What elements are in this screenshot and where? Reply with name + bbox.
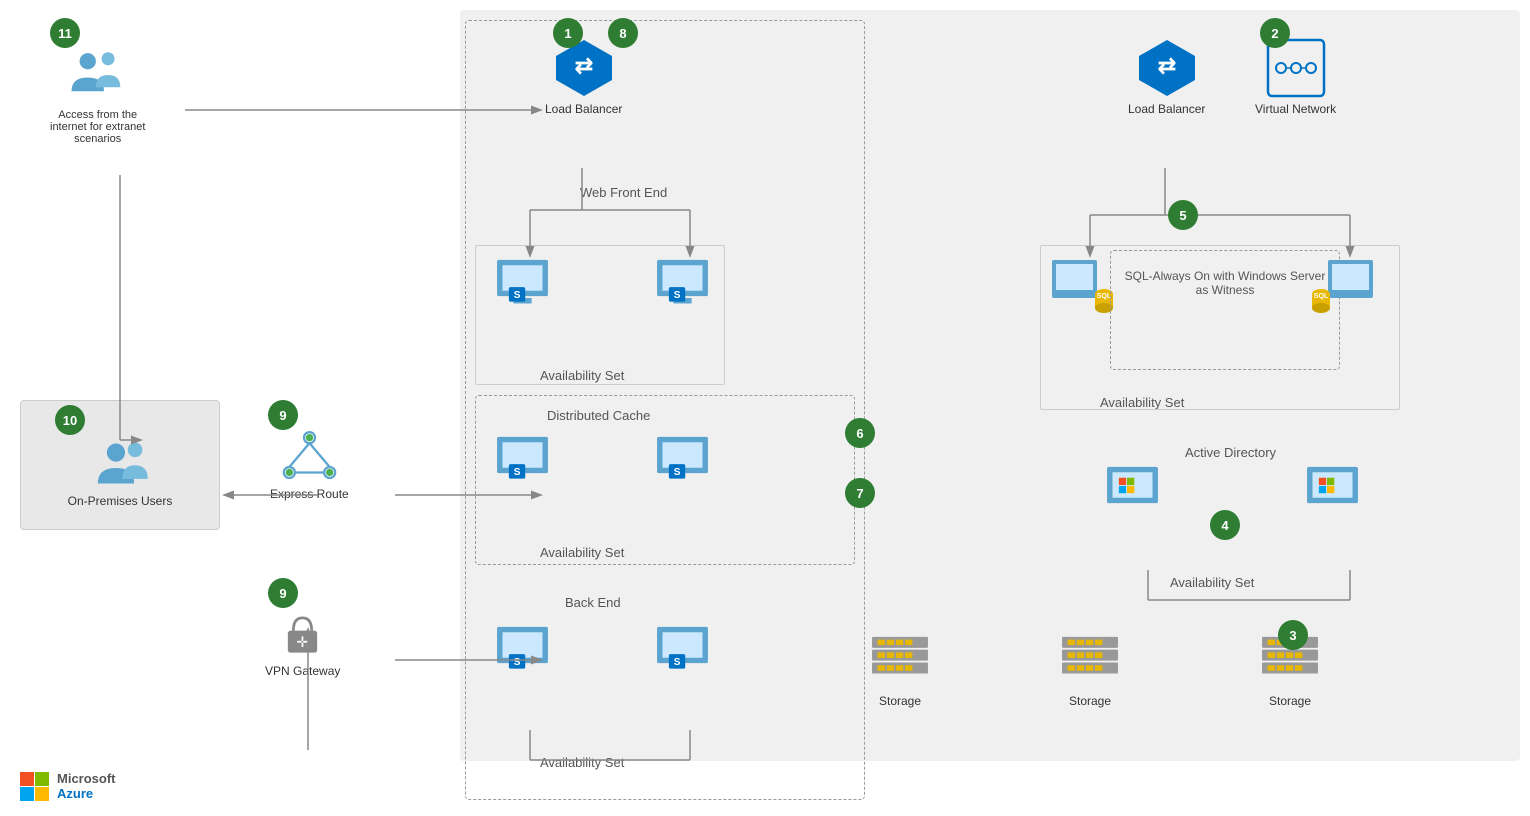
badge-9-er: 9 bbox=[268, 400, 298, 430]
badge-10: 10 bbox=[55, 405, 85, 435]
internet-users-icon bbox=[65, 45, 130, 105]
badge-9-vpn: 9 bbox=[268, 578, 298, 608]
vm-ad-left-icon bbox=[1105, 465, 1160, 515]
express-route-label: Express Route bbox=[270, 487, 349, 501]
vpn-gateway-label: VPN Gateway bbox=[265, 664, 340, 678]
availability-set-backend-label: Availability Set bbox=[540, 755, 624, 770]
storage-2-label: Storage bbox=[1069, 694, 1111, 708]
internet-users-label: Access from the internet for extranet sc… bbox=[50, 109, 145, 145]
ms-azure-logo: Microsoft Azure bbox=[20, 771, 116, 801]
sql-availability-box bbox=[1040, 245, 1400, 410]
vm-backend-right-icon: S bbox=[655, 625, 710, 675]
storage-3-label: Storage bbox=[1269, 694, 1311, 708]
diagram-container: 11 Access from the internet for extranet… bbox=[0, 0, 1530, 816]
vm-backend-right: S bbox=[655, 625, 710, 675]
virtual-network-block: Virtual Network bbox=[1255, 38, 1336, 116]
internet-users-block: Access from the internet for extranet sc… bbox=[50, 45, 145, 145]
express-route-block: Express Route bbox=[270, 428, 349, 501]
badge-3: 3 bbox=[1278, 620, 1308, 650]
badge-5: 5 bbox=[1168, 200, 1198, 230]
vm-ad-left bbox=[1105, 465, 1160, 515]
virtual-network-label: Virtual Network bbox=[1255, 102, 1336, 116]
storage-2-block: Storage bbox=[1060, 635, 1120, 708]
vpn-gateway-icon: ✛ bbox=[275, 605, 330, 660]
azure-label: Azure bbox=[57, 786, 116, 801]
badge-11: 11 bbox=[50, 18, 80, 48]
vm-ad-right bbox=[1305, 465, 1360, 515]
load-balancer-right-icon: ⇄ bbox=[1137, 38, 1197, 98]
azure-squares-icon bbox=[20, 772, 49, 801]
storage-1-block: Storage bbox=[870, 635, 930, 708]
svg-text:S: S bbox=[514, 657, 521, 668]
badge-1: 1 bbox=[553, 18, 583, 48]
active-directory-label: Active Directory bbox=[1185, 445, 1276, 460]
load-balancer-right-label: Load Balancer bbox=[1128, 102, 1205, 116]
vm-ad-right-icon bbox=[1305, 465, 1360, 515]
badge-6: 6 bbox=[845, 418, 875, 448]
badge-2: 2 bbox=[1260, 18, 1290, 48]
cache-dotted-box bbox=[475, 395, 855, 565]
on-premises-box: On-Premises Users bbox=[20, 400, 220, 530]
storage-1-label: Storage bbox=[879, 694, 921, 708]
load-balancer-right-block: ⇄ Load Balancer bbox=[1128, 38, 1205, 116]
microsoft-label: Microsoft bbox=[57, 771, 116, 786]
svg-text:✛: ✛ bbox=[297, 635, 309, 651]
back-end-label: Back End bbox=[565, 595, 621, 610]
vm-backend-left-icon: S bbox=[495, 625, 550, 675]
vm-backend-left: S bbox=[495, 625, 550, 675]
storage-2-icon bbox=[1060, 635, 1120, 690]
on-premises-users-label: On-Premises Users bbox=[68, 494, 173, 508]
express-route-icon bbox=[282, 428, 337, 483]
badge-7: 7 bbox=[845, 478, 875, 508]
svg-text:⇄: ⇄ bbox=[1157, 53, 1175, 78]
storage-1-icon bbox=[870, 635, 930, 690]
badge-4: 4 bbox=[1210, 510, 1240, 540]
on-premises-users-icon bbox=[93, 438, 148, 488]
svg-text:S: S bbox=[674, 657, 681, 668]
badge-8: 8 bbox=[608, 18, 638, 48]
availability-set-ad-label: Availability Set bbox=[1170, 575, 1254, 590]
vpn-gateway-block: ✛ VPN Gateway bbox=[265, 605, 340, 678]
